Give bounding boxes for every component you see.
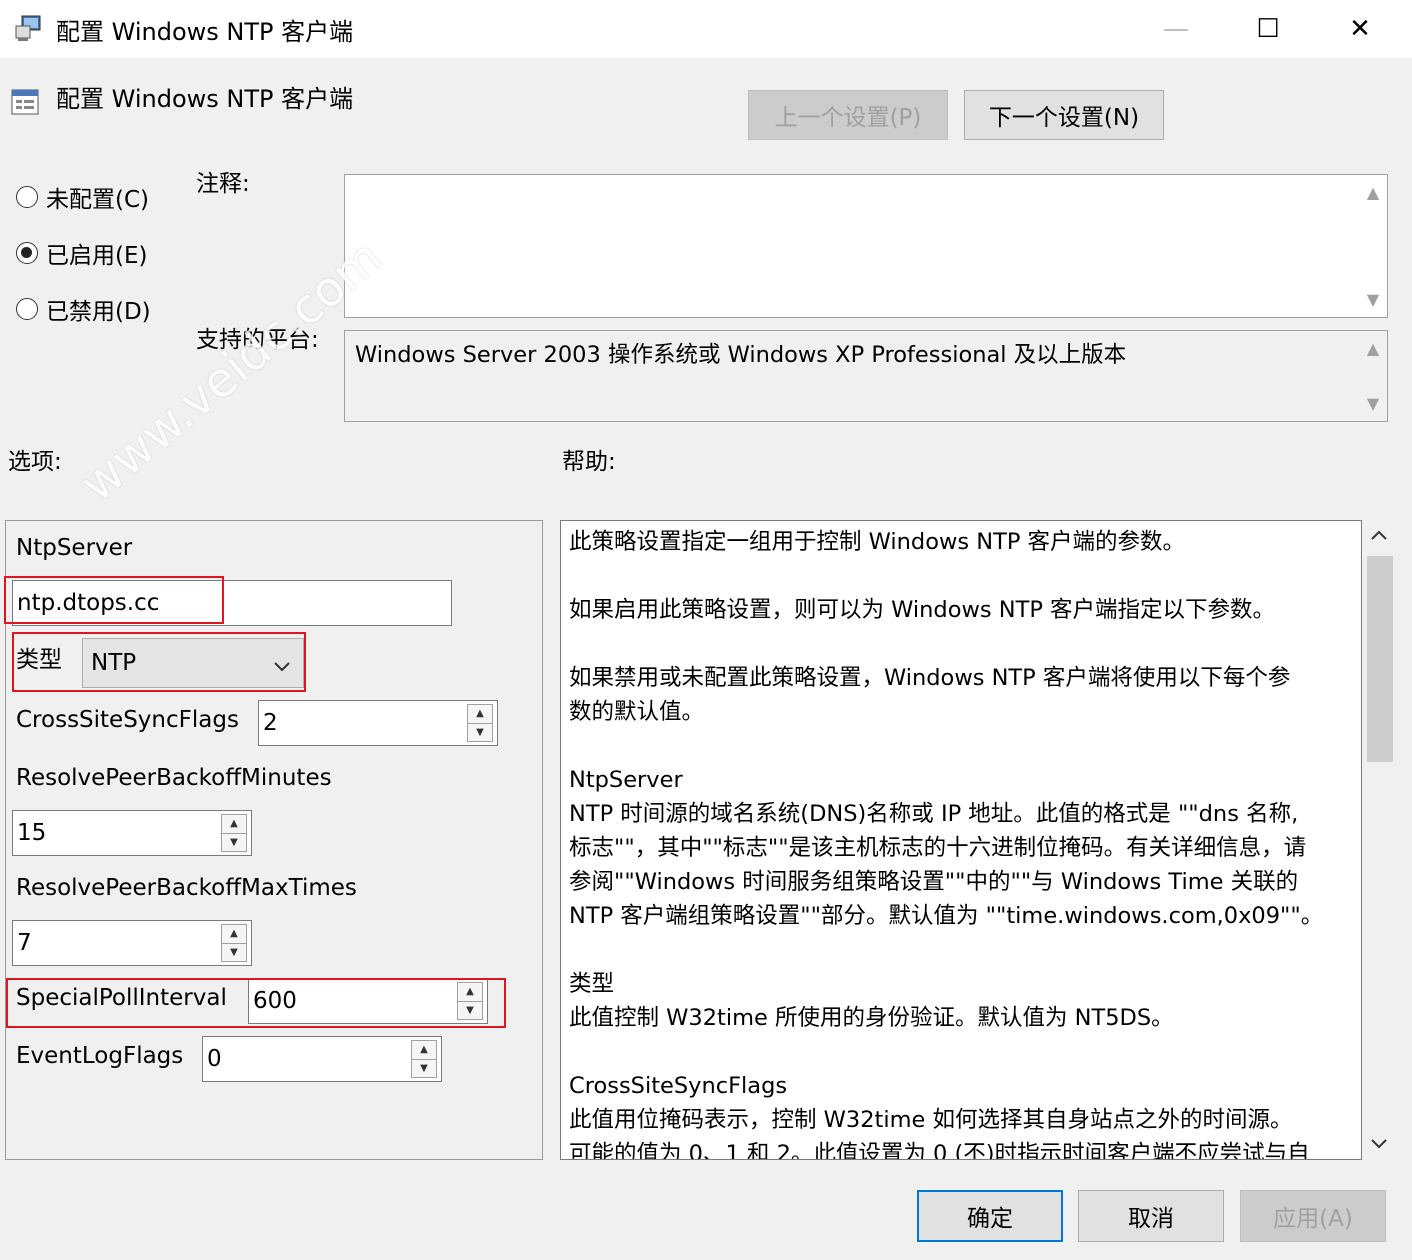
radio-disabled[interactable]: 已禁用(D) xyxy=(16,292,151,326)
spin-up-icon[interactable]: ▲ xyxy=(468,705,492,723)
spin-up-icon[interactable]: ▲ xyxy=(222,815,246,833)
minimize-button[interactable]: — xyxy=(1130,0,1222,58)
scroll-thumb[interactable] xyxy=(1367,556,1393,762)
scroll-up-icon[interactable]: ▲ xyxy=(1367,331,1379,366)
spin-buttons[interactable]: ▲ ▼ xyxy=(411,1040,437,1078)
scroll-down-icon[interactable]: ▼ xyxy=(1367,386,1379,421)
spin-down-icon[interactable]: ▼ xyxy=(412,1058,436,1078)
help-text: 此策略设置指定一组用于控制 Windows NTP 客户端的参数。 如果启用此策… xyxy=(569,529,1324,1160)
help-scrollbar[interactable] xyxy=(1364,520,1394,1160)
previous-setting-button[interactable]: 上一个设置(P) xyxy=(748,90,948,140)
spin-up-icon[interactable]: ▲ xyxy=(412,1041,436,1059)
scroll-down-icon[interactable]: ▼ xyxy=(1367,282,1379,317)
ntp-server-label: NtpServer xyxy=(16,535,133,561)
cross-site-value: 2 xyxy=(263,710,278,736)
highlight-box-ntp-server xyxy=(4,576,224,624)
radio-label: 未配置(C) xyxy=(46,187,150,213)
radio-label: 已禁用(D) xyxy=(46,299,151,325)
radio-not-configured[interactable]: 未配置(C) xyxy=(16,180,149,214)
platform-box: Windows Server 2003 操作系统或 Windows XP Pro… xyxy=(344,330,1388,422)
scroll-up-icon[interactable]: ▲ xyxy=(1367,175,1379,210)
resolve-minutes-label: ResolvePeerBackoffMinutes xyxy=(16,765,332,791)
spin-buttons[interactable]: ▲ ▼ xyxy=(467,704,493,742)
radio-dot xyxy=(16,298,38,320)
help-panel: 此策略设置指定一组用于控制 Windows NTP 客户端的参数。 如果启用此策… xyxy=(560,520,1362,1160)
options-label: 选项: xyxy=(8,449,62,475)
help-label: 帮助: xyxy=(562,449,616,475)
app-icon xyxy=(14,14,44,42)
spin-buttons[interactable]: ▲ ▼ xyxy=(221,924,247,962)
platform-scrollbar[interactable]: ▲ ▼ xyxy=(1359,331,1387,421)
maximize-button[interactable]: ☐ xyxy=(1222,0,1314,58)
comment-scrollbar[interactable]: ▲ ▼ xyxy=(1359,175,1387,317)
comment-textarea[interactable]: ▲ ▼ xyxy=(344,174,1388,318)
highlight-box-special-poll xyxy=(6,978,506,1028)
radio-label: 已启用(E) xyxy=(46,243,148,269)
policy-icon xyxy=(10,86,42,118)
spin-down-icon[interactable]: ▼ xyxy=(222,832,246,852)
highlight-box-type xyxy=(12,632,306,692)
cross-site-spinbox[interactable]: 2 ▲ ▼ xyxy=(258,700,498,746)
resolve-times-label: ResolvePeerBackoffMaxTimes xyxy=(16,875,357,901)
apply-button[interactable]: 应用(A) xyxy=(1240,1190,1386,1242)
comment-value xyxy=(345,175,1387,187)
event-log-label: EventLogFlags xyxy=(16,1043,184,1069)
scroll-up-icon[interactable] xyxy=(1370,526,1388,547)
radio-enabled[interactable]: 已启用(E) xyxy=(16,236,147,270)
spin-down-icon[interactable]: ▼ xyxy=(222,942,246,962)
resolve-times-spinbox[interactable]: 7 ▲ ▼ xyxy=(12,920,252,966)
scroll-down-icon[interactable] xyxy=(1370,1136,1388,1155)
title-bar: 配置 Windows NTP 客户端 — ☐ ✕ xyxy=(0,0,1412,58)
spin-down-icon[interactable]: ▼ xyxy=(468,722,492,742)
close-button[interactable]: ✕ xyxy=(1314,0,1406,58)
next-setting-button[interactable]: 下一个设置(N) xyxy=(964,90,1164,140)
cancel-button[interactable]: 取消 xyxy=(1078,1190,1224,1242)
event-log-spinbox[interactable]: 0 ▲ ▼ xyxy=(202,1036,442,1082)
spin-up-icon[interactable]: ▲ xyxy=(222,925,246,943)
spin-buttons[interactable]: ▲ ▼ xyxy=(221,814,247,852)
platform-value: Windows Server 2003 操作系统或 Windows XP Pro… xyxy=(355,342,1127,368)
resolve-minutes-value: 15 xyxy=(17,820,47,846)
window-title: 配置 Windows NTP 客户端 xyxy=(56,18,354,46)
radio-dot-selected xyxy=(16,242,38,264)
ok-button[interactable]: 确定 xyxy=(917,1190,1063,1242)
event-log-value: 0 xyxy=(207,1046,222,1072)
radio-dot xyxy=(16,186,38,208)
header-title: 配置 Windows NTP 客户端 xyxy=(56,85,354,113)
resolve-times-value: 7 xyxy=(17,930,32,956)
cross-site-label: CrossSiteSyncFlags xyxy=(16,707,239,733)
resolve-minutes-spinbox[interactable]: 15 ▲ ▼ xyxy=(12,810,252,856)
comment-label: 注释: xyxy=(196,171,250,197)
